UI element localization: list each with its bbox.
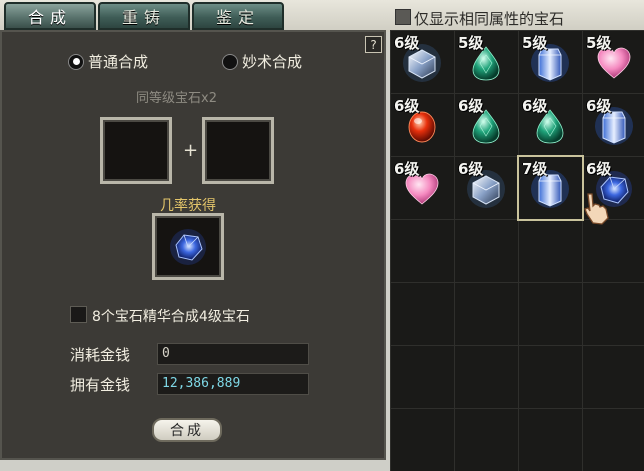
compose-button[interactable]: 合成 — [152, 418, 222, 442]
input-slot-2[interactable] — [202, 117, 274, 184]
result-label: 几率获得 — [160, 198, 216, 214]
radio-special-label: 妙术合成 — [242, 53, 303, 71]
gem-level: 5级 — [458, 34, 484, 52]
blue-faceted-gem-icon — [170, 229, 206, 265]
inventory-cell[interactable] — [454, 219, 519, 283]
gem-level: 6级 — [394, 97, 420, 115]
hand-cursor-icon — [584, 193, 609, 225]
gem-level: 5级 — [586, 34, 612, 52]
inventory-cell[interactable]: 5级 — [454, 30, 519, 94]
inventory-cell[interactable] — [454, 408, 519, 471]
essence-checkbox[interactable] — [70, 306, 87, 323]
inventory-cell[interactable] — [582, 219, 644, 283]
gem-level: 6级 — [394, 160, 420, 178]
inventory-cell[interactable] — [518, 408, 583, 471]
plus-sign: + — [183, 140, 199, 161]
input-slot-1[interactable] — [100, 117, 172, 184]
filter-label: 仅显示相同属性的宝石 — [414, 10, 565, 28]
inventory-cell[interactable] — [454, 282, 519, 346]
tab-compose[interactable]: 合成 — [4, 2, 96, 30]
gem-level: 5级 — [522, 34, 548, 52]
help-icon[interactable]: ? — [365, 36, 382, 53]
gem-level: 6级 — [586, 97, 612, 115]
inventory-cell[interactable] — [390, 345, 455, 409]
gem-level: 6级 — [586, 160, 612, 178]
radio-special-compose[interactable]: 妙术合成 — [222, 51, 302, 72]
inventory-cell[interactable] — [390, 282, 455, 346]
inventory-cell[interactable]: 7级 — [517, 155, 584, 221]
gem-level: 6级 — [394, 34, 420, 52]
gem-level: 6级 — [458, 160, 484, 178]
inventory-cell[interactable]: 6级 — [518, 93, 583, 157]
inventory-cell[interactable]: 5级 — [582, 30, 644, 94]
result-slot — [152, 213, 224, 280]
inventory-cell[interactable]: 6级 — [390, 30, 455, 94]
cost-label: 消耗金钱 — [70, 346, 131, 364]
essence-label: 8个宝石精华合成4级宝石 — [92, 309, 250, 325]
radio-on-icon — [68, 53, 84, 70]
inventory-cell[interactable]: 6级 — [390, 93, 455, 157]
tab-identify[interactable]: 鉴定 — [192, 2, 284, 30]
gem-inventory-grid: 6级 5级 5级 5级 6级 6级 6级 6级 6级 6级 7级 6级 — [390, 30, 644, 471]
inventory-cell[interactable] — [582, 345, 644, 409]
inventory-cell[interactable] — [390, 408, 455, 471]
inventory-cell[interactable] — [454, 345, 519, 409]
gem-level: 6级 — [458, 97, 484, 115]
radio-normal-label: 普通合成 — [88, 53, 149, 71]
inventory-cell[interactable] — [518, 345, 583, 409]
inventory-cell[interactable]: 5级 — [518, 30, 583, 94]
filter-checkbox[interactable] — [395, 9, 411, 25]
gem-level: 7级 — [522, 160, 548, 178]
inventory-cell[interactable] — [582, 282, 644, 346]
radio-normal-compose[interactable]: 普通合成 — [68, 51, 148, 72]
inventory-cell[interactable]: 6级 — [454, 93, 519, 157]
owned-value: 12,386,889 — [157, 373, 309, 395]
slots-hint: 同等级宝石x2 — [136, 91, 217, 106]
inventory-cell[interactable] — [518, 219, 583, 283]
inventory-cell[interactable]: 6级 — [390, 156, 455, 220]
inventory-cell[interactable]: 6级 — [582, 93, 644, 157]
gem-level: 6级 — [522, 97, 548, 115]
tab-recast[interactable]: 重铸 — [98, 2, 190, 30]
inventory-cell[interactable] — [582, 408, 644, 471]
radio-off-icon — [222, 53, 238, 70]
cost-value: 0 — [157, 343, 309, 365]
inventory-cell[interactable] — [390, 219, 455, 283]
inventory-cell[interactable] — [518, 282, 583, 346]
inventory-cell[interactable]: 6级 — [454, 156, 519, 220]
owned-label: 拥有金钱 — [70, 376, 131, 394]
